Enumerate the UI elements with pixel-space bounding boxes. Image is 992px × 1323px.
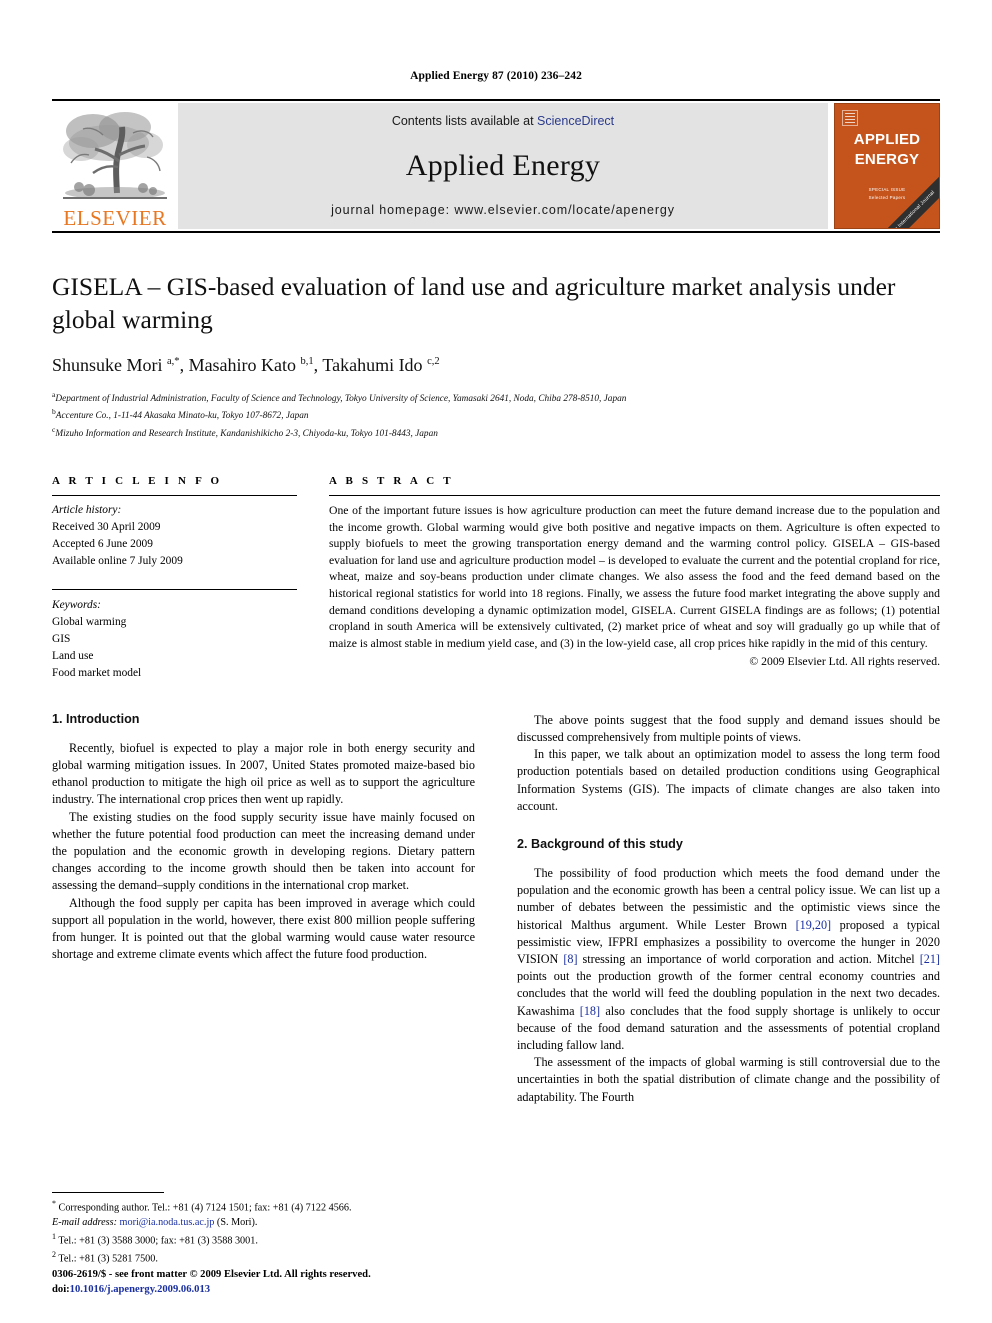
- paragraph-with-citations: The possibility of food production which…: [517, 865, 940, 1054]
- footnote-text: Tel.: +81 (3) 3588 3000; fax: +81 (3) 35…: [58, 1235, 258, 1247]
- paragraph: The existing studies on the food supply …: [52, 809, 475, 893]
- journal-masthead: ELSEVIER Contents lists available at Sci…: [52, 99, 940, 231]
- paragraph: Recently, biofuel is expected to play a …: [52, 740, 475, 807]
- journal-cover-thumbnail: APPLIED ENERGY SPECIAL ISSUE Selected Pa…: [834, 103, 940, 229]
- footnote-text: Corresponding author. Tel.: +81 (4) 7124…: [58, 1202, 352, 1214]
- citation-link[interactable]: [18]: [580, 1004, 600, 1018]
- footnote-1: 1 Tel.: +81 (3) 3588 3000; fax: +81 (3) …: [52, 1231, 462, 1249]
- history-item: Accepted 6 June 2009: [52, 537, 153, 550]
- abstract-text: One of the important future issues is ho…: [329, 503, 940, 650]
- title-block: GISELA – GIS-based evaluation of land us…: [52, 233, 940, 441]
- info-abstract-row: A R T I C L E I N F O Article history: R…: [52, 475, 940, 682]
- history-item: Available online 7 July 2009: [52, 554, 183, 567]
- history-item: Received 30 April 2009: [52, 520, 161, 533]
- page-title: GISELA – GIS-based evaluation of land us…: [52, 272, 896, 334]
- affiliation-text: Mizuho Information and Research Institut…: [55, 428, 438, 439]
- cover-title-line2: ENERGY: [854, 151, 920, 169]
- keyword-item: Land use: [52, 650, 94, 663]
- affiliation-item: aDepartment of Industrial Administration…: [52, 389, 940, 406]
- imprint-block: 0306-2619/$ - see front matter © 2009 El…: [52, 1267, 371, 1297]
- paragraph: Although the food supply per capita has …: [52, 895, 475, 962]
- keyword-item: Global warming: [52, 616, 127, 629]
- cover-title-line1: APPLIED: [853, 131, 921, 148]
- footnote-marker-asterisk: *: [52, 1198, 56, 1208]
- cover-elsevier-icon: [842, 110, 858, 126]
- journal-band: Contents lists available at ScienceDirec…: [178, 103, 828, 229]
- elsevier-wordmark: ELSEVIER: [63, 206, 167, 230]
- footnote-corresponding-author: * Corresponding author. Tel.: +81 (4) 71…: [52, 1198, 462, 1216]
- keywords-list: Keywords: Global warming GIS Land use Fo…: [52, 590, 297, 681]
- abstract-column: A B S T R A C T One of the important fut…: [329, 475, 940, 682]
- journal-homepage-link[interactable]: journal homepage: www.elsevier.com/locat…: [331, 203, 675, 217]
- paragraph: The assessment of the impacts of global …: [517, 1055, 940, 1104]
- citation-link[interactable]: [21]: [920, 952, 940, 966]
- sciencedirect-link[interactable]: ScienceDirect: [537, 114, 614, 128]
- elsevier-logo: ELSEVIER: [52, 101, 178, 231]
- doi-line: doi:10.1016/j.apenergy.2009.06.013: [52, 1282, 371, 1297]
- footnote-marker-1: 1: [52, 1231, 56, 1241]
- email-label: E-mail address:: [52, 1216, 117, 1228]
- footnote-rule: [52, 1191, 164, 1193]
- article-history: Article history: Received 30 April 2009 …: [52, 496, 297, 570]
- paragraph: The above points suggest that the food s…: [517, 712, 940, 744]
- footnotes-block: * Corresponding author. Tel.: +81 (4) 71…: [52, 1191, 462, 1267]
- affiliation-list: aDepartment of Industrial Administration…: [52, 389, 940, 441]
- doi-link[interactable]: 10.1016/j.apenergy.2009.06.013: [70, 1284, 210, 1295]
- journal-name: Applied Energy: [405, 148, 601, 182]
- article-history-label: Article history:: [52, 503, 122, 516]
- author-list: Shunsuke Mori a,*, Masahiro Kato b,1, Ta…: [52, 355, 440, 376]
- keyword-item: GIS: [52, 633, 71, 646]
- cover-title: APPLIED ENERGY: [835, 130, 939, 171]
- paragraph: In this paper, we talk about an optimiza…: [517, 747, 940, 813]
- abstract-heading: A B S T R A C T: [329, 474, 454, 487]
- body-column-left: 1. Introduction Recently, biofuel is exp…: [52, 712, 475, 1106]
- running-head: Applied Energy 87 (2010) 236–242: [410, 70, 582, 82]
- article-info-column: A R T I C L E I N F O Article history: R…: [52, 475, 297, 682]
- paper-page: Applied Energy 87 (2010) 236–242 ELSEVIE…: [0, 0, 992, 1323]
- footnote-email: E-mail address: mori@ia.noda.tus.ac.jp (…: [52, 1216, 462, 1231]
- email-link[interactable]: mori@ia.noda.tus.ac.jp: [120, 1217, 215, 1228]
- text-run: stressing an importance of world corpora…: [577, 952, 920, 967]
- affiliation-text: Accenture Co., 1-11-44 Akasaka Minato-ku…: [55, 411, 309, 422]
- section-heading-introduction: 1. Introduction: [52, 711, 140, 726]
- footnote-2: 2 Tel.: +81 (3) 5281 7500.: [52, 1249, 462, 1267]
- doi-label: doi:: [52, 1283, 70, 1295]
- affiliation-item: cMizuho Information and Research Institu…: [52, 424, 940, 441]
- keyword-item: Food market model: [52, 666, 142, 679]
- keywords-block: Keywords: Global warming GIS Land use Fo…: [52, 582, 297, 681]
- section-heading-background: 2. Background of this study: [517, 837, 683, 851]
- keywords-label: Keywords:: [52, 599, 101, 612]
- abstract-copyright: © 2009 Elsevier Ltd. All rights reserved…: [749, 655, 940, 669]
- email-suffix: (S. Mori).: [216, 1216, 258, 1228]
- article-info-heading: A R T I C L E I N F O: [52, 474, 223, 487]
- citation-link[interactable]: [8]: [563, 952, 577, 966]
- contents-available-line: Contents lists available at ScienceDirec…: [392, 114, 614, 128]
- affiliation-text: Department of Industrial Administration,…: [55, 394, 627, 405]
- body-column-right: The above points suggest that the food s…: [517, 712, 940, 1106]
- contents-prefix: Contents lists available at: [391, 114, 538, 128]
- citation-link[interactable]: [19,20]: [796, 918, 832, 932]
- footnote-text: Tel.: +81 (3) 5281 7500.: [58, 1253, 158, 1265]
- body-columns: 1. Introduction Recently, biofuel is exp…: [52, 712, 940, 1106]
- footnote-marker-2: 2: [52, 1249, 56, 1259]
- front-matter-line: 0306-2619/$ - see front matter © 2009 El…: [52, 1268, 371, 1280]
- affiliation-item: bAccenture Co., 1-11-44 Akasaka Minato-k…: [52, 406, 940, 423]
- elsevier-tree-icon: [59, 105, 171, 203]
